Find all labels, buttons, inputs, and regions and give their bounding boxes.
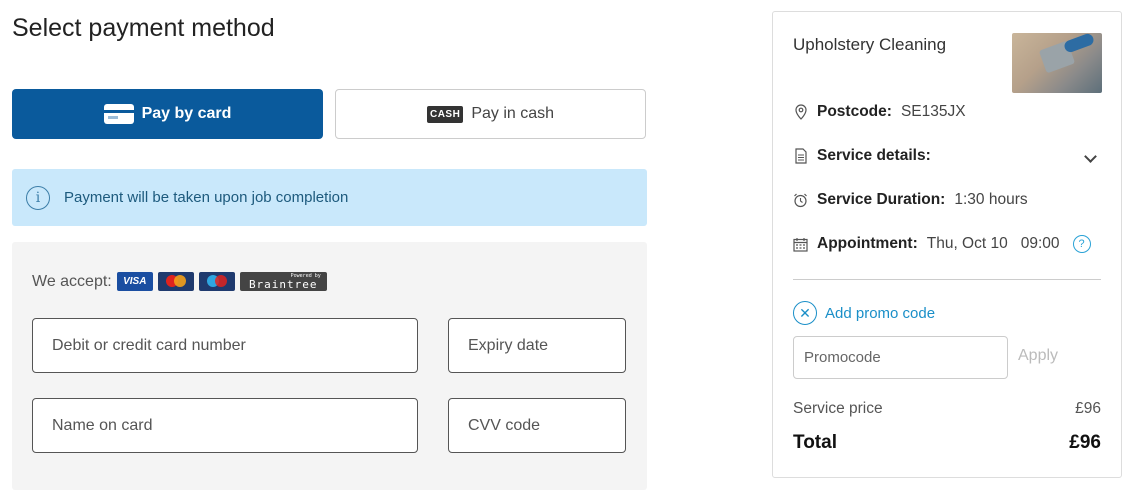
service-title: Upholstery Cleaning: [793, 35, 947, 54]
braintree-logo: Powered by Braintree: [239, 272, 327, 291]
duration-value: 1:30 hours: [954, 191, 1028, 208]
close-circle-icon: ✕: [793, 301, 817, 325]
location-pin-icon: [793, 104, 808, 121]
we-accept-label: We accept:: [32, 272, 112, 290]
service-price-value: £96: [1075, 400, 1101, 417]
promocode-input[interactable]: Promocode: [793, 336, 1008, 379]
info-icon: i: [26, 185, 50, 210]
appointment-time: 09:00: [1020, 235, 1060, 252]
mastercard-logo: [157, 272, 194, 291]
total-label: Total: [793, 432, 837, 453]
expiry-date-input[interactable]: Expiry date: [448, 318, 626, 373]
cvv-input[interactable]: CVV code: [448, 398, 626, 453]
service-price-label: Service price: [793, 400, 883, 417]
pay-in-cash-button[interactable]: CASH Pay in cash: [335, 89, 646, 139]
cash-icon: CASH: [426, 105, 464, 123]
service-details-label: Service details:: [817, 147, 931, 164]
duration-row: Service Duration: 1:30 hours: [793, 191, 1028, 209]
alarm-clock-icon: [793, 192, 808, 209]
postcode-row: Postcode: SE135JX: [793, 103, 966, 121]
calendar-icon: [793, 236, 808, 253]
appointment-date: Thu, Oct 10: [926, 235, 1008, 252]
credit-card-icon: [103, 104, 134, 124]
pay-in-cash-label: Pay in cash: [471, 105, 555, 122]
card-number-input[interactable]: Debit or credit card number: [32, 318, 418, 373]
pay-by-card-label: Pay by card: [141, 105, 232, 122]
total-row: Total £96: [793, 432, 1101, 454]
postcode-label: Postcode:: [817, 103, 892, 120]
duration-label: Service Duration:: [817, 191, 946, 208]
total-value: £96: [1069, 432, 1101, 453]
appointment-row: Appointment: Thu, Oct 10 09:00 ?: [793, 235, 1091, 253]
order-summary: Upholstery Cleaning Postcode: SE135JX Se…: [772, 11, 1122, 478]
page-title: Select payment method: [12, 14, 275, 42]
chevron-down-icon[interactable]: [1084, 150, 1097, 163]
braintree-label: Braintree: [248, 277, 318, 291]
add-promo-code-label: Add promo code: [825, 304, 936, 322]
document-icon: [793, 148, 808, 165]
add-promo-code-link[interactable]: ✕ Add promo code: [793, 301, 935, 325]
service-details-row[interactable]: Service details:: [793, 147, 931, 165]
maestro-logo: [198, 272, 235, 291]
info-banner: i Payment will be taken upon job complet…: [12, 169, 647, 226]
help-icon[interactable]: ?: [1072, 235, 1091, 253]
info-text: Payment will be taken upon job completio…: [64, 189, 349, 206]
divider: [793, 279, 1101, 280]
apply-button[interactable]: Apply: [1018, 347, 1058, 365]
service-price-row: Service price £96: [793, 400, 1101, 418]
visa-logo: VISA: [116, 272, 153, 291]
name-on-card-input[interactable]: Name on card: [32, 398, 418, 453]
accepted-cards-row: We accept: VISA Powered by Braintree: [32, 272, 327, 291]
pay-by-card-button[interactable]: Pay by card: [12, 89, 323, 139]
postcode-value: SE135JX: [900, 103, 966, 120]
card-form-panel: We accept: VISA Powered by Braintree Deb…: [12, 242, 647, 490]
appointment-label: Appointment:: [817, 235, 918, 252]
service-thumbnail: [1012, 33, 1102, 93]
